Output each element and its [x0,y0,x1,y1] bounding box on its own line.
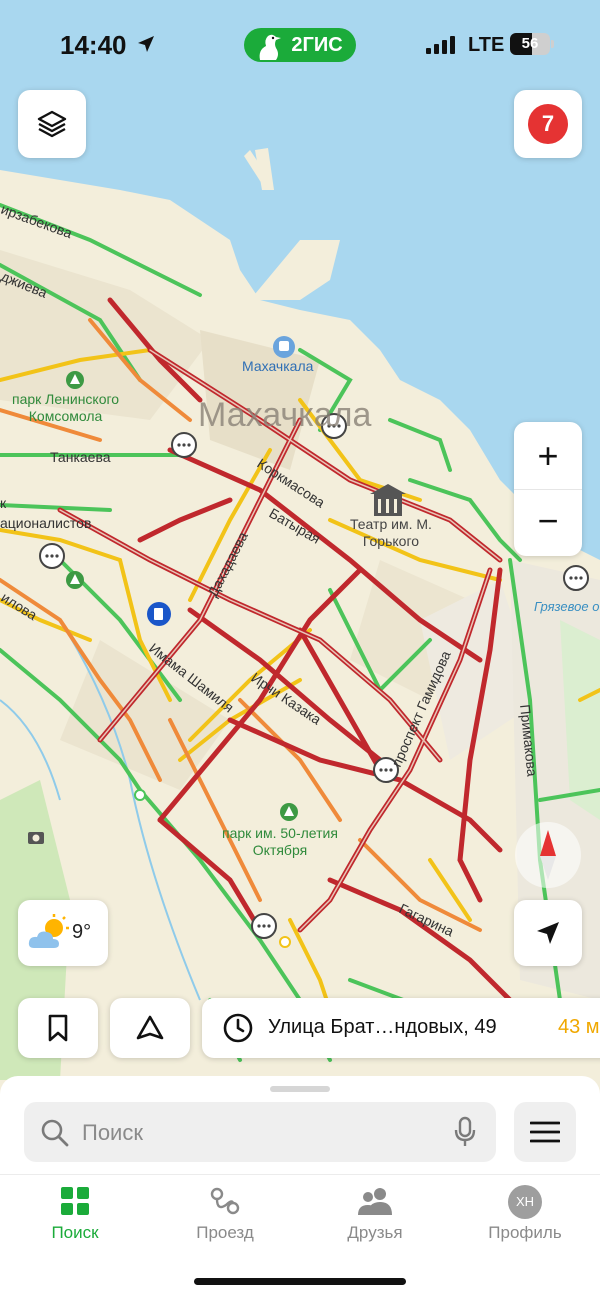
avatar: ХН [508,1185,542,1219]
navigator-button[interactable] [110,998,190,1058]
tab-label: Профиль [488,1223,562,1242]
route-icon [210,1187,240,1215]
menu-button[interactable] [514,1102,576,1162]
park50-label: парк им. 50-летия Октября [222,825,338,859]
tab-label: Друзья [347,1223,403,1242]
my-location-button[interactable] [514,900,582,966]
route-address: Улица Брат…ндовых, 49 [268,1016,497,1038]
status-bar: 14:40 2ГИС LTE 56 [0,0,600,90]
notifications-button[interactable]: 7 [514,90,582,158]
friends-icon [358,1188,392,1215]
park-lenin-label: парк Ленинского Комсомола [12,391,119,425]
theatre-label: Театр им. М. Горького [350,516,432,550]
tab-label: Поиск [51,1223,99,1242]
clock-icon [223,1013,253,1043]
gas-station-icon [147,602,171,626]
train-station-icon [273,336,295,358]
notifications-badge: 7 [528,104,568,144]
city-label: Махачкала [198,396,372,434]
tab-profile[interactable]: ХН Профиль [450,1175,600,1265]
brand-name: 2ГИС [291,33,343,56]
network-type: LTE [468,34,505,56]
theatre-line1: Театр им. М. [350,516,432,532]
street-label: к [0,495,7,511]
sheet-grabber[interactable] [270,1086,330,1092]
microphone-icon[interactable] [452,1116,478,1148]
location-arrow-icon [138,36,154,52]
compass-icon [515,822,581,888]
cellular-signal-icon [426,36,455,54]
battery-cap [551,40,554,48]
goose-logo-icon [259,34,281,60]
street-label: ационалистов [0,515,91,531]
station-label: Махачкала [242,358,314,374]
search-placeholder: Поиск [82,1120,143,1145]
theatre-line2: Горького [362,533,420,549]
zoom-out-button[interactable]: − [514,490,582,556]
temperature: 9° [72,921,92,943]
search-icon [41,1119,69,1147]
street-label: Танкаева [50,449,111,465]
tab-search[interactable]: Поиск [0,1175,150,1265]
hamburger-icon [530,1121,560,1143]
camera-icon [28,832,44,844]
bookmarks-button[interactable] [18,998,98,1058]
route-distance: 43 м [558,1016,600,1038]
battery-icon: 56 [510,33,550,55]
home-indicator [194,1278,406,1285]
zoom-in-button[interactable]: + [514,423,582,489]
weather-widget[interactable]: 9° [18,900,108,966]
bookmark-icon [48,1014,68,1042]
zoom-control: + − [514,422,582,556]
tab-bar: Поиск Проезд Друзья ХН Профиль [0,1174,600,1264]
tab-route[interactable]: Проезд [150,1175,300,1265]
bottom-sheet: Поиск Поиск Проезд Друзья ХН Профиль [0,1076,600,1300]
tab-friends[interactable]: Друзья [300,1175,450,1265]
park50-line2: Октября [252,842,308,858]
lake-label: Грязевое о [534,599,600,614]
navigation-arrow-icon [537,922,559,944]
status-time: 14:40 [60,30,127,60]
grid-icon [61,1187,89,1215]
partly-cloudy-icon [28,914,69,948]
park-lenin-line1: парк Ленинского [12,391,120,407]
tab-label: Проезд [196,1223,254,1242]
navigator-triangle-icon [136,1015,164,1040]
park-lenin-line2: Комсомола [28,408,103,424]
search-field[interactable]: Поиск [24,1102,496,1162]
brand-badge: 2ГИС [244,28,356,62]
battery-percent: 56 [521,35,539,52]
layers-button[interactable] [18,90,86,158]
recent-route-pill[interactable]: Улица Брат…ндовых, 49 43 м [202,998,600,1058]
layers-icon [37,110,67,138]
park50-line1: парк им. 50-летия [222,825,338,841]
